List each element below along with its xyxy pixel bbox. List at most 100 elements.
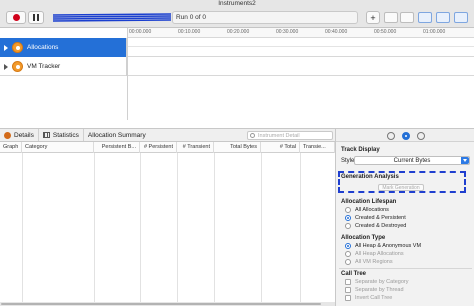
column-header-category[interactable]: Category xyxy=(22,142,94,153)
track-baseline xyxy=(127,46,474,47)
disclosure-triangle-icon[interactable] xyxy=(4,63,8,70)
style-label: Style xyxy=(341,158,355,164)
extended-detail-tab-icon[interactable] xyxy=(417,132,425,140)
record-button[interactable] xyxy=(6,11,26,24)
timeline-divider[interactable] xyxy=(127,28,128,120)
type-radio-heap[interactable] xyxy=(345,251,351,257)
column-divider xyxy=(214,153,215,303)
lifespan-option-label: Created & Persistent xyxy=(355,215,406,221)
track-name: Allocations xyxy=(27,44,59,51)
track-allocations[interactable]: Allocations xyxy=(0,38,474,57)
table-header: Graph Category Persistent B... # Persist… xyxy=(0,142,335,153)
lifespan-option-label: Created & Destroyed xyxy=(355,223,407,229)
type-option-label: All Heap & Anonymous VM xyxy=(355,243,422,249)
invert-call-tree-checkbox[interactable] xyxy=(345,295,351,301)
tick-label: 00:30.000 xyxy=(276,29,299,35)
display-settings-tab-icon[interactable] xyxy=(402,132,410,140)
toggle-detail-view-button[interactable] xyxy=(418,12,432,23)
pause-button[interactable] xyxy=(28,11,44,24)
instruments-window: Instruments2 Run 0 of 0 + 00:00.000 00:1… xyxy=(0,0,474,306)
style-popup[interactable]: Current Bytes xyxy=(354,156,470,165)
search-icon xyxy=(250,133,255,138)
lifespan-radio-all[interactable] xyxy=(345,207,351,213)
details-button[interactable]: Details xyxy=(0,129,38,141)
tick-label: 00:00.000 xyxy=(129,29,152,35)
details-icon xyxy=(4,131,11,139)
track-vm-tracker[interactable]: VM Tracker xyxy=(0,57,474,76)
window-title: Instruments2 xyxy=(218,0,256,7)
track-label[interactable]: VM Tracker xyxy=(0,57,127,76)
allocation-summary-label: Allocation Summary xyxy=(87,131,146,139)
view-button-1[interactable] xyxy=(384,12,398,23)
tick-label: 00:40.000 xyxy=(325,29,348,35)
column-divider xyxy=(140,153,141,303)
run-status: Run 0 of 0 xyxy=(176,14,206,21)
column-header-graph[interactable]: Graph xyxy=(0,142,22,153)
column-divider xyxy=(300,153,301,303)
allocation-summary-button[interactable]: Allocation Summary xyxy=(82,129,150,141)
disclosure-triangle-icon[interactable] xyxy=(4,44,8,51)
separate-thread-checkbox[interactable] xyxy=(345,287,351,293)
call-tree-option-label: Separate by Thread xyxy=(355,287,404,293)
statistics-grid-icon xyxy=(42,132,50,138)
column-header-total-bytes[interactable]: Total Bytes xyxy=(214,142,261,153)
track-display-heading: Track Display xyxy=(341,147,380,153)
toggle-inspector-button[interactable] xyxy=(454,12,468,23)
type-option-label: All Heap Allocations xyxy=(355,251,404,257)
title-bar: Instruments2 xyxy=(0,0,474,8)
column-divider xyxy=(261,153,262,303)
horizontal-scrollbar[interactable] xyxy=(0,302,335,306)
column-divider xyxy=(177,153,178,303)
toggle-bottom-panel-button[interactable] xyxy=(436,12,450,23)
call-tree-option-label: Invert Call Tree xyxy=(355,295,393,301)
scrollbar-thumb[interactable] xyxy=(1,303,321,305)
details-label: Details xyxy=(14,131,34,139)
allocation-type-heading: Allocation Type xyxy=(341,235,386,241)
type-option-label: All VM Regions xyxy=(355,259,393,265)
vm-tracker-icon xyxy=(12,61,23,72)
allocation-lifespan-heading: Allocation Lifespan xyxy=(341,199,397,205)
allocations-icon xyxy=(12,42,23,53)
tick-label: 01:00.000 xyxy=(423,29,446,35)
style-popup-value: Current Bytes xyxy=(393,158,431,164)
record-settings-tab-icon[interactable] xyxy=(387,132,395,140)
tick-label: 00:20.000 xyxy=(227,29,250,35)
inspector-panel: Track Display Style Current Bytes Genera… xyxy=(335,128,474,306)
tick-label: 00:50.000 xyxy=(374,29,397,35)
statistics-button[interactable]: Statistics xyxy=(37,129,83,141)
allocation-summary-table: Graph Category Persistent B... # Persist… xyxy=(0,142,335,306)
column-header-transient-count[interactable]: # Transient xyxy=(177,142,214,153)
tick-label: 00:10.000 xyxy=(178,29,201,35)
lifespan-option-label: All Allocations xyxy=(355,207,389,213)
column-header-total-count[interactable]: # Total xyxy=(261,142,300,153)
redaction-scribble xyxy=(52,13,172,22)
column-header-persistent-bytes[interactable]: Persistent B... xyxy=(94,142,140,153)
column-divider xyxy=(22,153,23,303)
call-tree-heading: Call Tree xyxy=(341,271,367,277)
lifespan-radio-created-destroyed[interactable] xyxy=(345,223,351,229)
time-ruler[interactable]: 00:00.000 00:10.000 00:20.000 00:30.000 … xyxy=(127,28,474,38)
target-selector-redacted[interactable] xyxy=(52,12,172,22)
timeline: 00:00.000 00:10.000 00:20.000 00:30.000 … xyxy=(0,28,474,120)
section-divider xyxy=(339,268,472,269)
call-tree-option-label: Separate by Category xyxy=(355,279,409,285)
mark-generation-button[interactable]: Mark Generation xyxy=(378,184,424,191)
add-instrument-button[interactable]: + xyxy=(366,11,380,24)
statistics-label: Statistics xyxy=(52,131,79,139)
separate-category-checkbox[interactable] xyxy=(345,279,351,285)
record-icon xyxy=(12,14,20,21)
track-label[interactable]: Allocations xyxy=(0,38,127,57)
toolbar: Run 0 of 0 + xyxy=(0,8,474,28)
type-radio-vm[interactable] xyxy=(345,259,351,265)
pause-icon xyxy=(33,14,39,21)
track-name: VM Tracker xyxy=(27,63,61,70)
lifespan-radio-created-persistent[interactable] xyxy=(345,215,351,221)
column-header-transient-bytes[interactable]: Transie... xyxy=(300,142,335,153)
inspector-tabs xyxy=(336,128,474,142)
chevron-down-icon xyxy=(461,157,469,164)
type-radio-heap-vm[interactable] xyxy=(345,243,351,249)
view-button-2[interactable] xyxy=(400,12,414,23)
column-divider xyxy=(94,153,95,303)
instrument-detail-search[interactable]: Instrument Detail xyxy=(247,131,333,140)
column-header-persistent-count[interactable]: # Persistent xyxy=(140,142,177,153)
